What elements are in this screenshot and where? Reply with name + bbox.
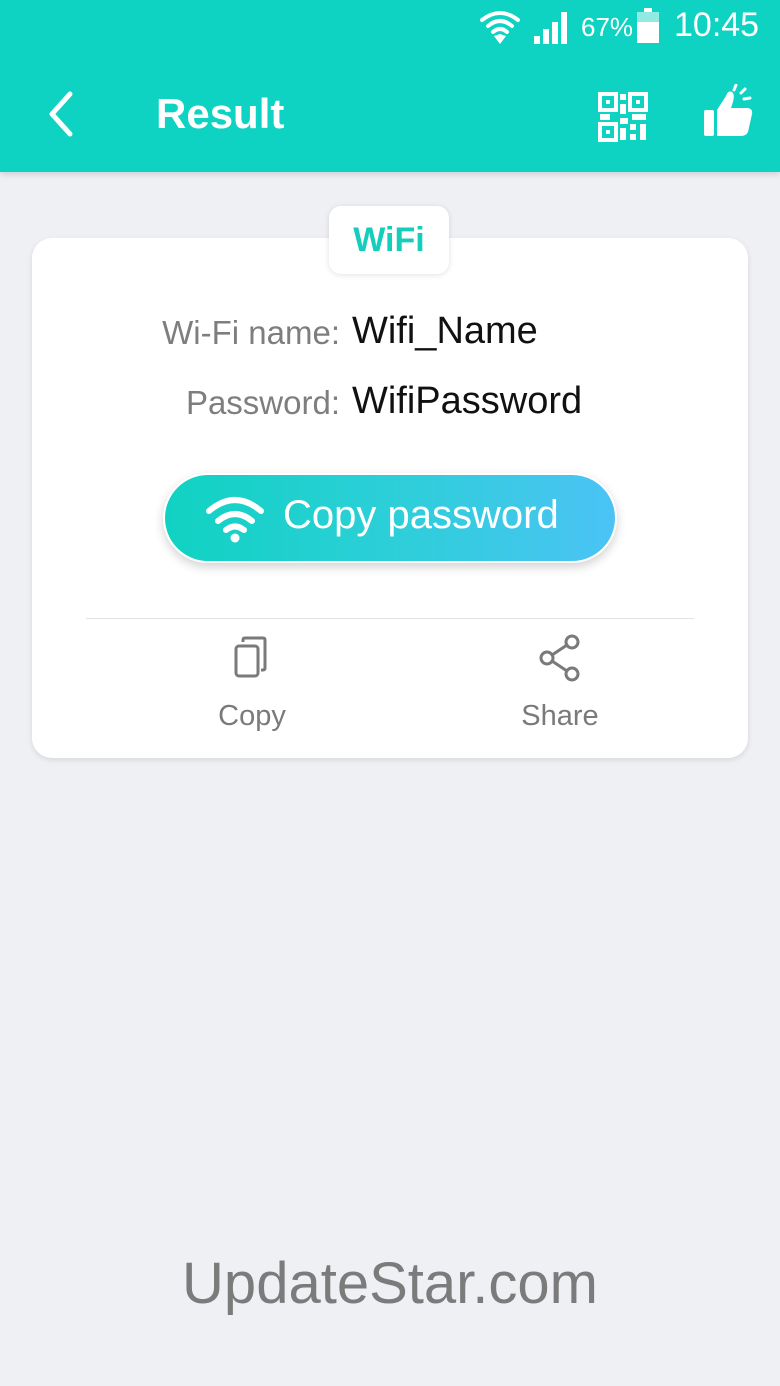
cellular-signal-icon: [534, 12, 567, 44]
wifi-result-card: Wi-Fi name: Wifi_Name Password: WifiPass…: [32, 238, 748, 758]
copy-password-label: Copy password: [283, 493, 559, 537]
page-title: Result: [156, 90, 285, 137]
wifi-name-label: Wi-Fi name:: [162, 314, 340, 351]
copy-button[interactable]: Copy: [172, 634, 332, 744]
divider: [86, 618, 694, 619]
password-row: Password: WifiPassword: [32, 380, 748, 430]
app-header: 67% 10:45 Result: [0, 0, 780, 172]
wifi-name-value: Wifi_Name: [352, 310, 538, 352]
share-label: Share: [521, 700, 599, 732]
share-icon: [539, 634, 580, 682]
wifi-icon: [206, 497, 264, 543]
type-tag: WiFi: [329, 206, 449, 274]
thumbs-up-icon[interactable]: [700, 84, 756, 140]
back-arrow-icon[interactable]: [40, 88, 84, 140]
battery-percent: 67%: [581, 12, 634, 42]
battery-icon: [637, 8, 659, 43]
share-button[interactable]: Share: [480, 634, 640, 744]
password-label: Password:: [185, 384, 340, 421]
copy-label: Copy: [218, 700, 286, 732]
wifi-name-row: Wi-Fi name: Wifi_Name: [32, 310, 748, 360]
copy-icon: [234, 636, 267, 678]
clock: 10:45: [674, 6, 760, 44]
wifi-status-icon: [480, 11, 520, 44]
copy-password-button[interactable]: Copy password: [163, 473, 617, 563]
password-value: WifiPassword: [352, 380, 583, 422]
qr-code-icon[interactable]: [598, 92, 648, 142]
watermark: UpdateStar.com: [182, 1251, 598, 1316]
status-bar: 67% 10:45: [0, 0, 780, 56]
